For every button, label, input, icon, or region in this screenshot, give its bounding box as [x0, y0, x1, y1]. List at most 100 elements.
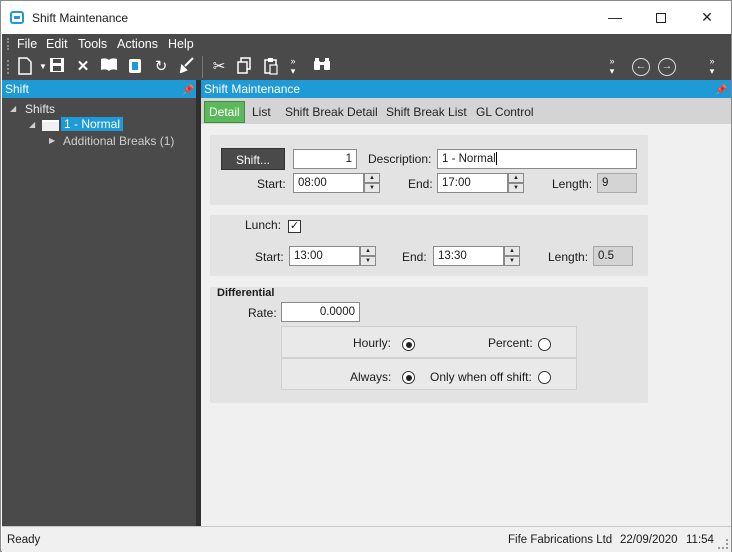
text-caret: [495, 152, 497, 166]
shift-length-field: 9: [597, 173, 637, 193]
nav-overflow-icon[interactable]: » ▾: [707, 56, 717, 76]
always-radio[interactable]: [402, 371, 415, 384]
shift-lookup-button[interactable]: Shift...: [221, 148, 285, 170]
spin-down-icon[interactable]: ▼: [364, 183, 380, 193]
tree-panel: Shift 📌 ◢ Shifts ◢ 1 - Normal ▶ Addition…: [2, 80, 196, 526]
book-icon[interactable]: [99, 57, 119, 77]
spin-down-icon[interactable]: ▼: [504, 256, 520, 266]
toolbar-grip: [7, 60, 9, 74]
lunch-label: Lunch:: [245, 218, 282, 232]
spin-up-icon[interactable]: ▲: [504, 246, 520, 256]
lunch-group: Lunch: ✓ Start: 13:00 ▲ ▼ End: 13:30 ▲ ▼ L…: [210, 215, 648, 276]
menu-actions[interactable]: Actions: [117, 37, 158, 51]
tab-detail[interactable]: Detail: [204, 101, 245, 123]
app-icon: [10, 11, 24, 24]
menu-edit[interactable]: Edit: [46, 37, 68, 51]
toolbar: ▼ ✕ ↻ ✂ » ▾ » ▾ ← → » ▾: [2, 54, 731, 80]
status-bar: Ready Fife Fabrications Ltd 22/09/2020 1…: [2, 526, 731, 552]
tree-panel-title: Shift: [5, 82, 30, 96]
copy-icon[interactable]: [235, 57, 255, 77]
lunch-start-spinner[interactable]: ▲ ▼: [360, 246, 376, 266]
hourly-radio[interactable]: [402, 338, 415, 351]
expand-root-icon[interactable]: ◢: [10, 104, 16, 113]
tab-list[interactable]: List: [252, 102, 271, 122]
minimize-button[interactable]: —: [592, 1, 638, 34]
shift-end-spinner[interactable]: ▲ ▼: [508, 173, 524, 193]
new-document-icon[interactable]: [15, 57, 35, 77]
main-panel: Shift Maintenance 📌 Detail List Shift Br…: [201, 80, 731, 526]
lunch-length-label: Length:: [548, 250, 589, 264]
lunch-checkbox[interactable]: ✓: [288, 220, 301, 233]
apply-when-box: Always: Only when off shift:: [281, 358, 577, 390]
maximize-icon: [656, 13, 666, 24]
clear-icon[interactable]: [177, 57, 197, 77]
status-text: Ready: [7, 534, 41, 546]
shift-group: Shift... 1 Description: 1 - Normal Start…: [210, 135, 648, 205]
status-date: 22/09/2020: [620, 534, 678, 546]
pin-icon[interactable]: 📌: [182, 82, 194, 100]
refresh-icon[interactable]: ↻: [151, 57, 171, 77]
maximize-button[interactable]: [638, 1, 684, 34]
spin-down-icon[interactable]: ▼: [508, 183, 524, 193]
shift-end-label: End:: [408, 177, 433, 191]
shift-start-spinner[interactable]: ▲ ▼: [364, 173, 380, 193]
hourly-label: Hourly:: [353, 336, 392, 350]
always-label: Always:: [350, 370, 392, 384]
lunch-length-field: 0.5: [593, 246, 633, 266]
tab-strip: Detail List Shift Break Detail Shift Bre…: [201, 98, 731, 124]
lunch-end-spinner[interactable]: ▲ ▼: [504, 246, 520, 266]
close-button[interactable]: ✕: [684, 1, 730, 34]
lunch-end-field[interactable]: 13:30: [433, 246, 504, 266]
toolbar-overflow-icon[interactable]: » ▾: [288, 56, 298, 76]
lunch-start-field[interactable]: 13:00: [289, 246, 360, 266]
spin-down-icon[interactable]: ▼: [360, 256, 376, 266]
back-icon[interactable]: ←: [632, 58, 650, 76]
tree-panel-header: Shift 📌: [2, 80, 196, 98]
shift-id-field[interactable]: 1: [293, 149, 357, 169]
menu-file[interactable]: File: [17, 37, 37, 51]
delete-icon[interactable]: ✕: [73, 57, 93, 77]
percent-radio[interactable]: [538, 338, 551, 351]
tab-shift-break-detail[interactable]: Shift Break Detail: [285, 102, 378, 122]
binoculars-icon[interactable]: [312, 57, 332, 77]
only-off-shift-radio[interactable]: [538, 371, 551, 384]
menu-bar: File Edit Tools Actions Help: [2, 34, 731, 54]
menu-help[interactable]: Help: [168, 37, 194, 51]
app-window: Shift Maintenance — ✕ File Edit Tools Ac…: [0, 0, 732, 552]
save-icon[interactable]: [47, 57, 67, 77]
menu-tools[interactable]: Tools: [78, 37, 107, 51]
main-panel-header: Shift Maintenance 📌: [201, 80, 731, 98]
tab-shift-break-list[interactable]: Shift Break List: [386, 102, 467, 122]
spin-up-icon[interactable]: ▲: [364, 173, 380, 183]
differential-heading: Differential: [217, 287, 275, 299]
folder-icon: [42, 120, 59, 131]
collapse-arrow-icon[interactable]: ▶: [49, 136, 55, 145]
menu-grip: [7, 38, 9, 50]
tab-gl-control[interactable]: GL Control: [476, 102, 534, 122]
window-title: Shift Maintenance: [32, 11, 129, 25]
description-label: Description:: [368, 152, 432, 166]
main-panel-title: Shift Maintenance: [204, 82, 301, 96]
database-icon[interactable]: [125, 57, 145, 77]
cut-icon[interactable]: ✂: [209, 57, 229, 77]
shift-end-field[interactable]: 17:00: [437, 173, 508, 193]
lunch-end-label: End:: [402, 250, 427, 264]
paste-icon[interactable]: [261, 57, 281, 77]
spin-up-icon[interactable]: ▲: [508, 173, 524, 183]
status-company: Fife Fabrications Ltd: [508, 534, 613, 546]
rate-field[interactable]: 0.0000: [281, 302, 360, 322]
description-value: 1 - Normal: [442, 153, 496, 165]
rate-type-box: Hourly: Percent:: [281, 326, 577, 358]
tree-node-additional-breaks[interactable]: Additional Breaks (1): [63, 134, 174, 148]
tree-node-normal[interactable]: 1 - Normal: [61, 117, 124, 131]
spin-up-icon[interactable]: ▲: [360, 246, 376, 256]
shift-start-field[interactable]: 08:00: [293, 173, 364, 193]
tree-node-shifts[interactable]: Shifts: [25, 102, 55, 116]
checkmark-icon: ✓: [289, 220, 300, 232]
forward-icon[interactable]: →: [658, 58, 676, 76]
toolbar-overflow-right-icon[interactable]: » ▾: [607, 56, 617, 76]
resize-grip-icon[interactable]: [718, 539, 728, 549]
expand-child-icon[interactable]: ◢: [29, 120, 35, 129]
title-bar: Shift Maintenance — ✕: [1, 1, 731, 34]
description-field[interactable]: 1 - Normal: [437, 149, 637, 169]
